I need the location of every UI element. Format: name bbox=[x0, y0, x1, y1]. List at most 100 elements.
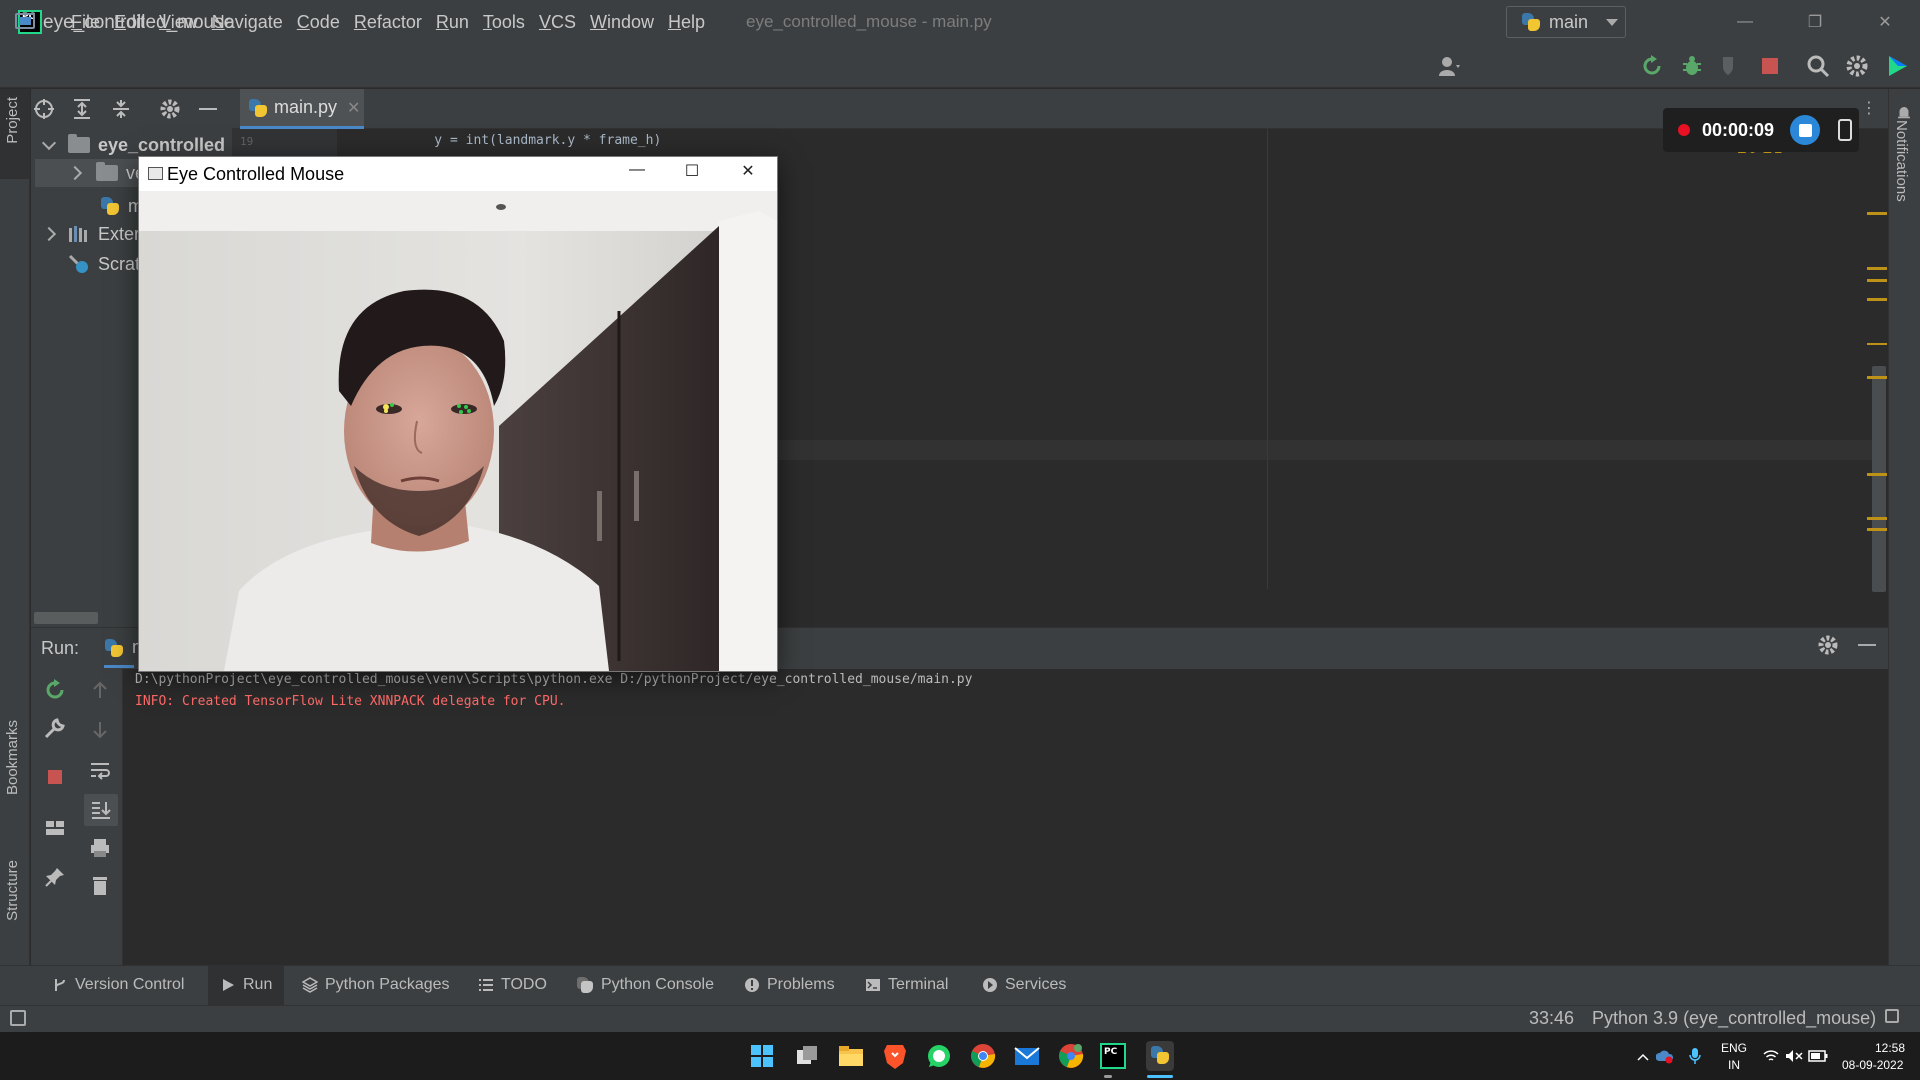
close-icon[interactable]: ✕ bbox=[1850, 12, 1920, 32]
tab-todo[interactable]: TODO bbox=[478, 965, 547, 1005]
debug-bug-icon[interactable] bbox=[1680, 54, 1704, 78]
close-tab-icon[interactable]: ✕ bbox=[347, 98, 360, 118]
menu-window[interactable]: Window bbox=[583, 12, 661, 33]
tree-item-root[interactable]: eye_controlled bbox=[41, 131, 225, 159]
stop-icon[interactable] bbox=[1758, 54, 1782, 78]
minimize-icon[interactable]: — bbox=[614, 161, 660, 187]
jetbrains-toolbox-icon[interactable] bbox=[1886, 54, 1910, 78]
menu-tools[interactable]: Tools bbox=[476, 12, 532, 33]
tab-version-control[interactable]: Version Control bbox=[52, 965, 184, 1005]
hide-run-panel-icon[interactable] bbox=[1858, 644, 1876, 646]
project-horizontal-scrollbar[interactable] bbox=[34, 612, 98, 624]
microphone-icon[interactable] bbox=[1688, 1047, 1702, 1065]
locate-file-icon[interactable] bbox=[32, 97, 56, 121]
wrench-icon[interactable] bbox=[43, 716, 67, 740]
bookmarks-tool-label[interactable]: Bookmarks bbox=[4, 720, 21, 795]
more-options-icon[interactable]: ⋮ bbox=[1861, 98, 1877, 118]
print-icon[interactable] bbox=[88, 836, 112, 860]
rerun-icon[interactable] bbox=[1640, 54, 1664, 78]
minimize-icon[interactable]: — bbox=[1710, 13, 1780, 31]
python-interpreter[interactable]: Python 3.9 (eye_controlled_mouse) bbox=[1592, 1008, 1876, 1029]
close-icon[interactable]: ✕ bbox=[725, 161, 771, 187]
wifi-icon[interactable] bbox=[1763, 1049, 1779, 1063]
warning-marker[interactable] bbox=[1867, 517, 1887, 520]
task-view-icon[interactable] bbox=[795, 1044, 819, 1068]
clock-date[interactable]: 08-09-2022 bbox=[1842, 1058, 1903, 1072]
warning-marker[interactable] bbox=[1867, 267, 1887, 270]
breadcrumb-project[interactable]: eye_controlled_mouse bbox=[43, 12, 234, 34]
whatsapp-icon[interactable] bbox=[926, 1043, 952, 1069]
caret-position[interactable]: 33:46 bbox=[1529, 1008, 1574, 1029]
clear-all-trash-icon[interactable] bbox=[88, 874, 112, 898]
toggle-tool-windows-icon[interactable] bbox=[10, 1010, 26, 1026]
run-configuration-select[interactable]: main bbox=[1506, 6, 1626, 38]
scroll-down-icon[interactable] bbox=[88, 718, 112, 742]
tab-run[interactable]: Run bbox=[208, 965, 285, 1005]
warning-marker[interactable] bbox=[1867, 279, 1887, 282]
notifications-tool-label[interactable]: Notifications bbox=[1893, 120, 1910, 202]
file-explorer-icon[interactable] bbox=[838, 1044, 864, 1068]
tree-item-external-libraries[interactable]: Exter bbox=[41, 220, 140, 248]
volume-muted-icon[interactable] bbox=[1785, 1049, 1803, 1063]
tab-problems[interactable]: Problems bbox=[744, 965, 835, 1005]
onedrive-sync-icon[interactable] bbox=[1656, 1048, 1674, 1064]
brave-browser-icon[interactable] bbox=[883, 1042, 907, 1070]
chrome-icon[interactable] bbox=[970, 1043, 996, 1069]
coverage-shield-icon[interactable] bbox=[1718, 54, 1742, 78]
structure-tool-label[interactable]: Structure bbox=[4, 860, 21, 921]
maximize-icon[interactable]: ☐ bbox=[669, 161, 715, 187]
tab-services[interactable]: Services bbox=[982, 965, 1066, 1005]
tab-python-packages[interactable]: Python Packages bbox=[302, 965, 450, 1005]
run-settings-icon[interactable] bbox=[1816, 633, 1840, 657]
menu-refactor[interactable]: Refactor bbox=[347, 12, 429, 33]
stop-icon[interactable] bbox=[43, 765, 67, 789]
pin-icon[interactable] bbox=[43, 865, 67, 889]
scroll-up-icon[interactable] bbox=[88, 678, 112, 702]
menu-run[interactable]: Run bbox=[429, 12, 476, 33]
battery-icon[interactable] bbox=[1808, 1050, 1828, 1062]
show-hidden-icons-chevron[interactable] bbox=[1636, 1050, 1650, 1064]
run-tab-main[interactable] bbox=[104, 628, 134, 668]
lock-icon[interactable] bbox=[1885, 1009, 1899, 1023]
collapse-all-icon[interactable] bbox=[109, 97, 133, 121]
warning-marker[interactable] bbox=[1867, 473, 1887, 476]
phone-link-icon[interactable] bbox=[1838, 119, 1853, 141]
mail-icon[interactable] bbox=[1014, 1045, 1040, 1067]
tab-main-py[interactable]: main.py ✕ bbox=[240, 89, 364, 129]
menu-code[interactable]: Code bbox=[290, 12, 347, 33]
search-icon[interactable] bbox=[1806, 54, 1830, 78]
settings-gear-icon[interactable] bbox=[1845, 54, 1869, 78]
tab-terminal[interactable]: Terminal bbox=[865, 965, 948, 1005]
chrome-profile-icon[interactable] bbox=[1058, 1043, 1084, 1069]
editor-vertical-scrollbar[interactable] bbox=[1872, 366, 1886, 592]
camera-window[interactable]: Eye Controlled Mouse — ☐ ✕ bbox=[138, 156, 778, 672]
warning-marker[interactable] bbox=[1867, 528, 1887, 531]
warning-marker[interactable] bbox=[1867, 376, 1887, 379]
project-settings-icon[interactable] bbox=[158, 97, 182, 121]
user-account-icon[interactable] bbox=[1437, 54, 1461, 78]
menu-help[interactable]: Help bbox=[661, 12, 712, 33]
layout-icon[interactable] bbox=[43, 816, 67, 840]
tab-python-console[interactable]: Python Console bbox=[576, 965, 714, 1005]
input-region[interactable]: IN bbox=[1719, 1058, 1749, 1072]
warning-marker[interactable] bbox=[1867, 298, 1887, 301]
windows-start-icon[interactable] bbox=[750, 1044, 774, 1068]
python-app-taskbar-button[interactable] bbox=[1146, 1041, 1174, 1071]
tree-item-scratches[interactable]: Scrat bbox=[68, 250, 140, 278]
restore-icon[interactable]: ❐ bbox=[1780, 12, 1850, 32]
stop-recording-button[interactable] bbox=[1790, 115, 1821, 145]
hide-panel-icon[interactable] bbox=[199, 108, 217, 110]
run-console[interactable] bbox=[123, 669, 1888, 965]
code-line[interactable]: y = int(landmark.y * frame_h) bbox=[403, 133, 661, 148]
input-language[interactable]: ENG bbox=[1719, 1041, 1749, 1055]
clock-time[interactable]: 12:58 bbox=[1875, 1041, 1905, 1055]
project-tool-label[interactable]: Project bbox=[4, 97, 21, 144]
rerun-icon[interactable] bbox=[43, 678, 67, 702]
warning-marker[interactable] bbox=[1867, 212, 1887, 215]
pycharm-taskbar-icon[interactable]: PC bbox=[1100, 1043, 1126, 1069]
expand-all-icon[interactable] bbox=[70, 97, 94, 121]
menu-vcs[interactable]: VCS bbox=[532, 12, 583, 33]
warning-marker[interactable] bbox=[1867, 343, 1887, 345]
tree-item-main-py[interactable]: m bbox=[100, 192, 143, 220]
soft-wrap-icon[interactable] bbox=[88, 758, 112, 782]
